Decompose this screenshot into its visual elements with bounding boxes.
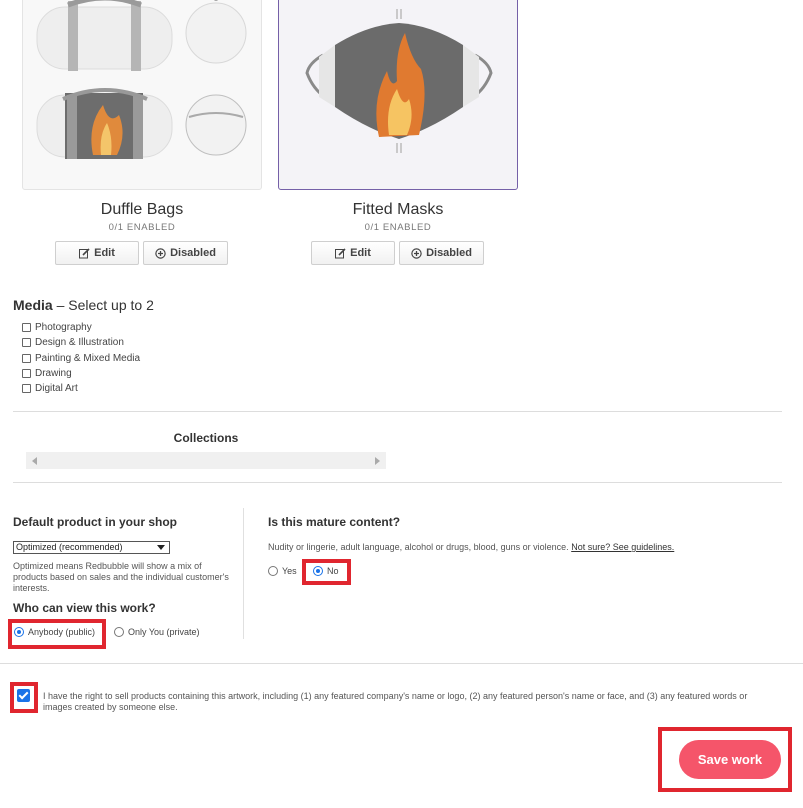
media-option-drawing[interactable]: Drawing (22, 368, 72, 379)
collections-heading: Collections (173, 431, 239, 445)
checkbox[interactable] (22, 338, 31, 347)
edit-button[interactable]: Edit (55, 241, 139, 265)
highlight-box (8, 619, 106, 649)
checkbox[interactable] (22, 323, 31, 332)
edit-button[interactable]: Edit (311, 241, 395, 265)
media-option-label: Drawing (35, 368, 72, 379)
disabled-toggle-button[interactable]: Disabled (143, 241, 228, 265)
radio-button[interactable] (114, 627, 124, 637)
edit-icon (79, 247, 90, 259)
visibility-heading: Who can view this work? (13, 601, 156, 615)
radio-button[interactable] (268, 566, 278, 576)
media-heading: Media – Select up to 2 (13, 297, 154, 313)
media-heading-rest: – Select up to 2 (52, 297, 154, 313)
chevron-down-icon (157, 545, 165, 550)
fitted-masks-image[interactable] (278, 0, 518, 190)
fitted-masks-illustration (305, 9, 493, 153)
disabled-toggle-button[interactable]: Disabled (399, 241, 484, 265)
duffle-bags-illustration (36, 0, 247, 159)
disabled-label: Disabled (170, 247, 216, 259)
media-option-label: Digital Art (35, 383, 78, 394)
checkbox[interactable] (22, 384, 31, 393)
guidelines-link[interactable]: Not sure? See guidelines. (571, 542, 674, 552)
product-title: Fitted Masks (352, 201, 444, 218)
mature-description-text: Nudity or lingerie, adult language, alco… (268, 542, 569, 552)
disabled-label: Disabled (426, 247, 472, 259)
plus-circle-icon (155, 247, 166, 259)
highlight-box (658, 727, 792, 792)
product-title: Duffle Bags (100, 201, 184, 218)
edit-label: Edit (94, 247, 115, 259)
highlight-box (302, 559, 351, 585)
mature-description: Nudity or lingerie, adult language, alco… (268, 542, 788, 553)
default-product-selected: Optimized (recommended) (16, 542, 123, 552)
visibility-option-private[interactable]: Only You (private) (114, 627, 200, 637)
column-divider (243, 508, 244, 639)
product-enabled-count: 0/1 ENABLED (108, 222, 176, 233)
default-product-select[interactable]: Optimized (recommended) (13, 541, 170, 554)
media-option-design-illustration[interactable]: Design & Illustration (22, 337, 124, 348)
scroll-right-arrow-icon[interactable] (375, 457, 380, 465)
edit-label: Edit (350, 247, 371, 259)
duffle-bags-image[interactable] (22, 0, 262, 190)
media-option-label: Photography (35, 322, 92, 333)
divider (13, 411, 782, 412)
scroll-left-arrow-icon[interactable] (32, 457, 37, 465)
media-option-label: Design & Illustration (35, 337, 124, 348)
edit-icon (335, 247, 346, 259)
media-option-label: Painting & Mixed Media (35, 353, 141, 364)
media-heading-bold: Media (13, 297, 53, 313)
mature-heading: Is this mature content? (268, 515, 401, 529)
product-enabled-count: 0/1 ENABLED (364, 222, 432, 233)
mature-option-yes[interactable]: Yes (268, 566, 297, 576)
media-option-digital-art[interactable]: Digital Art (22, 383, 78, 394)
visibility-option-label: Only You (private) (128, 627, 200, 637)
divider (0, 663, 803, 664)
collections-scrollbar[interactable] (26, 452, 386, 469)
default-product-heading: Default product in your shop (13, 515, 177, 529)
highlight-box (10, 682, 38, 713)
checkbox[interactable] (22, 369, 31, 378)
plus-circle-icon (411, 247, 422, 259)
media-option-photography[interactable]: Photography (22, 322, 92, 333)
default-product-help: Optimized means Redbubble will show a mi… (13, 561, 229, 593)
terms-text: I have the right to sell products contai… (43, 691, 748, 712)
divider (13, 482, 782, 483)
media-option-painting-mixed-media[interactable]: Painting & Mixed Media (22, 353, 140, 364)
mature-option-label: Yes (282, 566, 297, 576)
checkbox[interactable] (22, 354, 31, 363)
